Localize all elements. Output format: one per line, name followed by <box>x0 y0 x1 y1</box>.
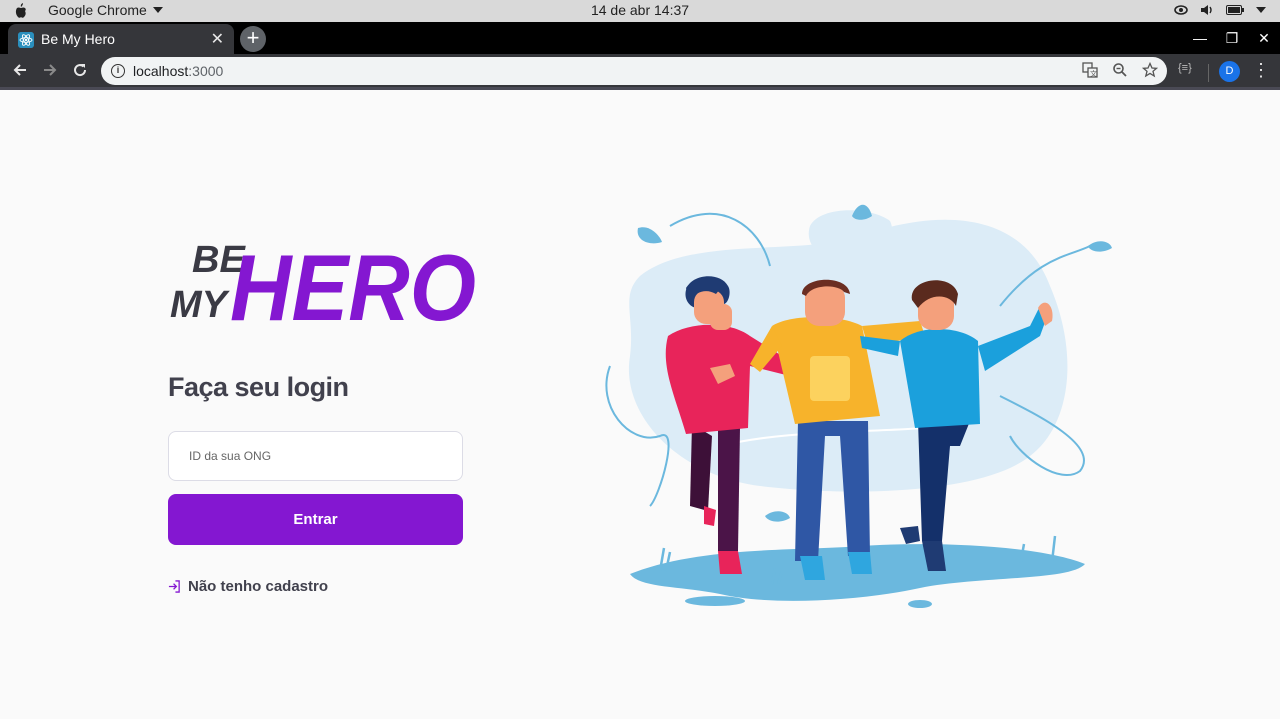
url-port: :3000 <box>188 63 224 79</box>
register-label: Não tenho cadastro <box>188 578 329 595</box>
info-icon[interactable]: i <box>111 64 125 78</box>
translate-icon[interactable]: 文 <box>1081 62 1099 80</box>
tab-be-my-hero[interactable]: Be My Hero ✕ <box>8 24 234 54</box>
extension-icon[interactable]: {≡} <box>1178 62 1192 74</box>
close-tab-icon[interactable]: ✕ <box>211 29 224 49</box>
toolbar-divider <box>1208 64 1209 82</box>
log-in-icon <box>168 580 180 593</box>
star-icon[interactable] <box>1141 61 1159 80</box>
browser-toolbar: i localhost:3000 文 {≡} D ⋮ <box>0 54 1280 90</box>
url-text[interactable]: localhost:3000 <box>133 63 223 79</box>
battery-icon[interactable] <box>1226 5 1244 15</box>
arrow-right-icon[interactable] <box>38 60 62 84</box>
register-link[interactable]: Não tenho cadastro <box>168 578 328 595</box>
minimize-icon[interactable]: — <box>1184 22 1216 54</box>
kebab-menu-icon[interactable]: ⋮ <box>1252 60 1270 81</box>
tab-title: Be My Hero <box>41 31 115 47</box>
window-controls: — ❐ ✕ <box>1184 22 1280 54</box>
new-tab-button[interactable]: + <box>240 26 266 52</box>
zoom-icon[interactable] <box>1111 62 1129 80</box>
svg-text:文: 文 <box>1090 69 1097 78</box>
logo-hero-text: HERO <box>230 235 476 325</box>
close-window-icon[interactable]: ✕ <box>1248 22 1280 54</box>
address-bar[interactable]: i localhost:3000 文 <box>101 57 1167 85</box>
tab-strip: Be My Hero ✕ + — ❐ ✕ <box>0 22 1280 54</box>
clock[interactable]: 14 de abr 14:37 <box>0 2 1280 18</box>
restore-icon[interactable]: ❐ <box>1216 22 1248 54</box>
profile-avatar[interactable]: D <box>1219 61 1240 82</box>
heroes-illustration <box>605 204 1112 608</box>
eye-icon[interactable] <box>1174 5 1188 15</box>
reload-icon[interactable] <box>68 60 92 84</box>
os-top-bar: Google Chrome 14 de abr 14:37 <box>0 0 1280 22</box>
system-tray[interactable] <box>1174 4 1266 16</box>
url-host: localhost <box>133 63 189 79</box>
logo-my-text: MY <box>170 284 231 325</box>
ong-id-input[interactable] <box>168 431 463 481</box>
login-title: Faça seu login <box>168 372 349 402</box>
volume-icon[interactable] <box>1200 4 1214 16</box>
react-favicon-icon <box>18 32 34 48</box>
chevron-down-icon[interactable] <box>1256 7 1266 13</box>
arrow-left-icon[interactable] <box>8 60 32 84</box>
be-my-hero-logo: BE MY HERO <box>170 235 476 325</box>
enter-button[interactable]: Entrar <box>168 494 463 545</box>
